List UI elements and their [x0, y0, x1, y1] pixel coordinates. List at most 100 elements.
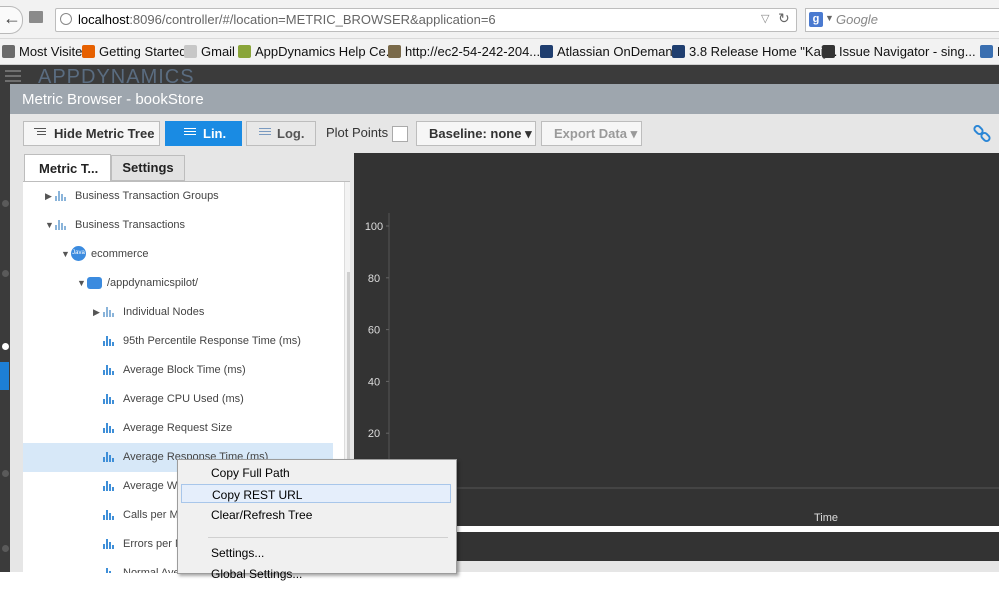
collapse-arrow-icon[interactable]: ▼ — [61, 249, 70, 259]
tab-metric-tree[interactable]: Metric T... — [24, 154, 111, 183]
menu-item-copy-rest-url[interactable]: Copy REST URL — [181, 484, 451, 503]
menu-item-label: Clear/Refresh Tree — [211, 508, 313, 522]
sidebar-dot[interactable] — [2, 545, 9, 552]
metric-icon — [103, 568, 114, 573]
tree-item[interactable]: ▼ /appdynamicspilot/ — [23, 269, 333, 298]
context-menu: Copy Full Path Copy REST URL Clear/Refresh… — [177, 459, 457, 581]
browser-toolbar: ← localhost:8096/controller/#/location=M… — [0, 0, 999, 39]
reload-icon[interactable]: ↻ — [778, 10, 790, 27]
bookmark-label: AppDynamics Help Ce... — [255, 44, 397, 59]
sidebar-dot[interactable] — [2, 343, 9, 350]
appdynamics-icon — [238, 45, 251, 58]
search-input[interactable]: Google — [836, 12, 878, 27]
bar-chart-icon — [55, 220, 66, 230]
metric-browser-dialog: Metric Browser - bookStore Hide Metric T… — [10, 84, 999, 573]
image-icon — [388, 45, 401, 58]
tree-item[interactable]: ▶ Business Transaction Groups — [23, 182, 333, 211]
ad-icon — [822, 45, 835, 58]
atlassian-icon — [540, 45, 553, 58]
tree-item-label: Errors per M — [123, 538, 185, 550]
bookmark-label: Most Visited — [19, 44, 90, 59]
collapse-arrow-icon[interactable]: ▼ — [45, 220, 54, 230]
bookmark-item[interactable]: http://ec2-54-242-204... — [388, 44, 540, 59]
tree-item[interactable]: Average Request Size — [23, 414, 333, 443]
bookmark-item[interactable]: Getting Started — [82, 44, 186, 59]
url-dropdown-icon[interactable]: ▽ — [761, 12, 769, 25]
sidebar-dot[interactable] — [2, 270, 9, 277]
link-icon[interactable] — [973, 125, 991, 143]
confluence-icon — [672, 45, 685, 58]
google-icon[interactable]: g — [809, 12, 823, 27]
tree-item-label: Calls per M — [123, 509, 179, 521]
bookmark-label: Atlassian OnDemand — [557, 44, 680, 59]
expand-arrow-icon[interactable]: ▶ — [45, 191, 52, 202]
bookmark-label: 3.8 Release Home "Kaij... — [689, 44, 838, 59]
tree-item[interactable]: Average Block Time (ms) — [23, 356, 333, 385]
x-axis-label: Time — [814, 512, 838, 524]
y-tick-label: 80 — [368, 273, 380, 285]
plot-points-checkbox[interactable] — [392, 126, 408, 142]
y-tick-label: 40 — [368, 376, 380, 388]
tree-item[interactable]: ▼ Java ecommerce — [23, 240, 333, 269]
baseline-dropdown[interactable]: Baseline: none ▾ — [416, 121, 536, 146]
bookmark-item[interactable]: Pe — [980, 44, 999, 59]
bookmark-item[interactable]: Issue Navigator - sing... — [822, 44, 976, 59]
metric-icon — [103, 481, 114, 491]
export-data-dropdown[interactable]: Export Data ▾ — [541, 121, 642, 146]
y-tick-label: 60 — [368, 325, 380, 337]
tree-item[interactable]: 95th Percentile Response Time (ms) — [23, 327, 333, 356]
scroll-up-icon[interactable]: ⌃ — [349, 185, 350, 196]
sidebar-active-indicator — [0, 362, 9, 390]
menu-item-label: Copy Full Path — [211, 466, 290, 480]
tree-item[interactable]: ▼ Business Transactions — [23, 211, 333, 240]
bookmarks-bar: Most Visited Getting Started Gmail AppDynam… — [0, 39, 999, 65]
hamburger-menu-icon[interactable] — [5, 70, 21, 82]
tree-item[interactable]: Average CPU Used (ms) — [23, 385, 333, 414]
url-text[interactable]: localhost:8096/controller/#/location=MET… — [78, 12, 496, 27]
metric-icon — [103, 394, 114, 404]
dialog-title-bar[interactable]: Metric Browser - bookStore — [10, 84, 999, 114]
linear-scale-button[interactable]: Lin. — [165, 121, 242, 146]
menu-item-global-settings[interactable]: Global Settings... — [181, 564, 451, 583]
sidebar-dot[interactable] — [2, 470, 9, 477]
bookmark-item[interactable]: Atlassian OnDemand — [540, 44, 680, 59]
expand-arrow-icon[interactable]: ▶ — [93, 307, 100, 318]
sidebar-dot[interactable] — [2, 200, 9, 207]
bookmark-item[interactable]: 3.8 Release Home "Kaij... — [672, 44, 837, 59]
tree-item-label: Average Wa — [123, 480, 183, 492]
bar-chart-icon — [103, 307, 114, 317]
apps-grid-icon[interactable] — [29, 11, 43, 23]
menu-item-settings[interactable]: Settings... — [181, 543, 451, 562]
tree-item-label: Average Request Size — [123, 422, 233, 434]
metric-icon — [103, 510, 114, 520]
tree-list-icon — [34, 128, 46, 139]
search-engine-dropdown-icon[interactable]: ▼ — [825, 13, 834, 23]
tree-item-label: Average Block Time (ms) — [123, 364, 246, 376]
y-tick-label: 20 — [368, 428, 380, 440]
tree-item-label: Individual Nodes — [123, 306, 205, 318]
log-scale-button[interactable]: Log. — [246, 121, 316, 146]
search-box[interactable]: g ▼ Google — [805, 8, 999, 32]
bookmark-item[interactable]: AppDynamics Help Ce... — [238, 44, 397, 59]
tree-item-label: /appdynamicspilot/ — [107, 277, 199, 289]
menu-item-label: Copy REST URL — [212, 488, 303, 502]
bookmark-item[interactable]: Gmail — [184, 44, 235, 59]
bookmark-label: Getting Started — [99, 44, 187, 59]
menu-item-clear-refresh-tree[interactable]: Clear/Refresh Tree — [181, 505, 451, 524]
globe-icon — [60, 13, 72, 25]
metric-icon — [103, 452, 114, 462]
plot-points-label: Plot Points — [326, 125, 389, 140]
hide-metric-tree-button[interactable]: Hide Metric Tree — [23, 121, 160, 146]
cloud-icon — [87, 277, 102, 289]
menu-item-copy-full-path[interactable]: Copy Full Path — [181, 463, 451, 482]
tree-item-label: ecommerce — [91, 248, 149, 260]
puzzle-icon — [980, 45, 993, 58]
tree-item[interactable]: ▶ Individual Nodes — [23, 298, 333, 327]
log-icon — [259, 128, 271, 139]
collapse-arrow-icon[interactable]: ▼ — [77, 278, 86, 288]
back-button[interactable]: ← — [0, 6, 23, 34]
bookmark-item[interactable]: Most Visited — [2, 44, 90, 59]
address-bar[interactable]: localhost:8096/controller/#/location=MET… — [55, 8, 797, 32]
back-arrow-icon: ← — [3, 8, 21, 28]
tab-settings[interactable]: Settings — [111, 155, 185, 181]
